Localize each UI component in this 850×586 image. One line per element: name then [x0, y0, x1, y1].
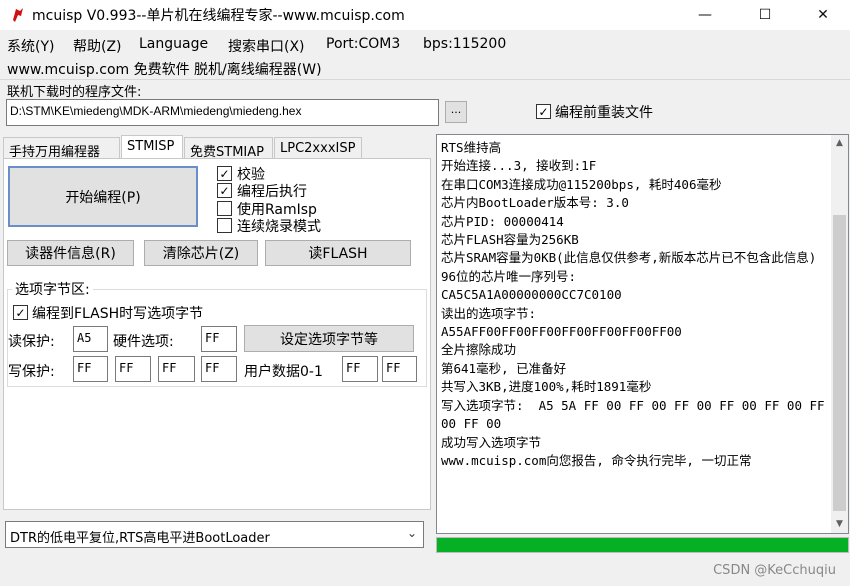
write-option-label: 编程到FLASH时写选项字节 — [32, 306, 204, 322]
reload-label: 编程前重装文件 — [555, 105, 653, 121]
file-path-input[interactable]: D:\STM\KE\miedeng\MDK-ARM\miedeng\mieden… — [6, 99, 439, 126]
log-line: 第641毫秒, 已准备好 — [441, 360, 567, 376]
set-option-bytes-button[interactable]: 设定选项字节等 — [244, 325, 414, 352]
log-line: 共写入3KB,进度100%,耗时1891毫秒 — [441, 379, 652, 395]
menu-system[interactable]: 系统(Y) — [7, 36, 54, 56]
menu-language[interactable]: Language — [139, 36, 208, 52]
tab-handheld[interactable]: 手持万用编程器 — [3, 137, 120, 160]
log-line: 96位的芯片唯一序列号: — [441, 268, 577, 284]
read-info-button[interactable]: 读器件信息(R) — [7, 240, 134, 266]
run-after-label: 编程后执行 — [237, 184, 307, 200]
log-panel[interactable]: RTS维持高开始连接...3, 接收到:1F 在串口COM3连接成功@115200… — [436, 134, 849, 534]
watermark: CSDN @KeCchuqiu — [713, 563, 836, 578]
ramisp-checkbox[interactable] — [217, 201, 232, 216]
subtitle-link[interactable]: www.mcuisp.com 免费软件 脱机/离线编程器(W) — [7, 59, 322, 79]
user-data-label: 用户数据0-1 — [244, 364, 323, 380]
log-line: A55AFF00FF00FF00FF00FF00FF00FF00 — [441, 324, 682, 340]
progress-bar — [436, 537, 849, 553]
log-line: 芯片内BootLoader版本号: 3.0 — [441, 195, 629, 211]
start-program-button[interactable]: 开始编程(P) — [8, 166, 198, 227]
scroll-thumb[interactable] — [833, 215, 846, 511]
close-button[interactable]: ✕ — [800, 0, 846, 30]
menu-help[interactable]: 帮助(Z) — [73, 36, 122, 56]
read-protect-label: 读保护: — [8, 334, 55, 350]
boot-mode-select[interactable]: DTR的低电平复位,RTS高电平进BootLoader ⌄ — [5, 521, 424, 548]
window-title: mcuisp V0.993--单片机在线编程专家--www.mcuisp.com — [32, 8, 405, 24]
check-icon: ✓ — [15, 305, 26, 320]
log-line: 芯片SRAM容量为0KB(此信息仅供参考,新版本芯片已不包含此信息) — [441, 250, 817, 266]
read-protect-field[interactable]: A5 — [73, 326, 108, 352]
title-bar: mcuisp V0.993--单片机在线编程专家--www.mcuisp.com… — [0, 0, 850, 30]
progress-fill — [437, 538, 848, 552]
continuous-checkbox[interactable] — [217, 218, 232, 233]
user-data-field-0[interactable]: FF — [342, 356, 378, 382]
minimize-button[interactable]: — — [682, 0, 728, 30]
option-bytes-title: 选项字节区: — [12, 279, 93, 299]
write-protect-label: 写保护: — [8, 364, 55, 380]
maximize-button[interactable]: ☐ — [742, 0, 788, 30]
log-line: 成功写入选项字节 — [441, 434, 542, 450]
write-protect-field-3[interactable]: FF — [201, 356, 237, 382]
continuous-label: 连续烧录模式 — [237, 219, 321, 235]
separator — [0, 79, 850, 80]
log-line: 在串口COM3连接成功@115200bps, 耗时406毫秒 — [441, 176, 722, 192]
menu-search-port[interactable]: 搜索串口(X) — [228, 36, 305, 56]
menu-port[interactable]: Port:COM3 — [326, 36, 400, 52]
hw-option-field[interactable]: FF — [201, 326, 237, 352]
tab-stmiap[interactable]: 免费STMIAP — [184, 137, 273, 160]
reload-checkbox[interactable]: ✓ — [536, 104, 551, 119]
scroll-down-icon[interactable]: ▼ — [831, 516, 848, 533]
log-line: RTS维持高 — [441, 140, 502, 155]
log-line: CA5C5A1A00000000CC7C0100 — [441, 287, 622, 303]
log-line: 全片擦除成功 — [441, 342, 517, 358]
write-option-checkbox[interactable]: ✓ — [13, 305, 28, 320]
check-icon: ✓ — [538, 104, 549, 119]
tab-stmisp[interactable]: STMISP — [121, 135, 183, 159]
boot-mode-value: DTR的低电平复位,RTS高电平进BootLoader — [10, 531, 270, 546]
file-label: 联机下载时的程序文件: — [7, 85, 142, 100]
menu-bar: 系统(Y) 帮助(Z) Language 搜索串口(X) Port:COM3 b… — [0, 34, 850, 56]
check-icon: ✓ — [219, 183, 230, 198]
app-icon — [13, 8, 23, 22]
tab-lpc[interactable]: LPC2xxxISP — [274, 137, 362, 159]
log-line: 开始连接...3, 接收到:1F — [441, 158, 597, 174]
log-line: 读出的选项字节: — [441, 305, 537, 321]
write-protect-field-2[interactable]: FF — [158, 356, 195, 382]
scroll-up-icon[interactable]: ▲ — [831, 135, 848, 152]
write-protect-field-0[interactable]: FF — [73, 356, 108, 382]
log-line: www.mcuisp.com向您报告, 命令执行完毕, 一切正常 — [441, 452, 752, 468]
run-after-checkbox[interactable]: ✓ — [217, 183, 232, 198]
read-flash-button[interactable]: 读FLASH — [265, 240, 411, 266]
log-scrollbar[interactable]: ▲ ▼ — [831, 135, 848, 533]
hw-option-label: 硬件选项: — [113, 334, 174, 350]
log-line: 芯片PID: 00000414 — [441, 213, 564, 229]
check-icon: ✓ — [219, 166, 230, 181]
menu-bps[interactable]: bps:115200 — [423, 36, 506, 52]
verify-checkbox[interactable]: ✓ — [217, 166, 232, 181]
erase-chip-button[interactable]: 清除芯片(Z) — [144, 240, 258, 266]
log-text: RTS维持高开始连接...3, 接收到:1F 在串口COM3连接成功@115200… — [441, 139, 831, 470]
log-line: 写入选项字节: A5 5A FF 00 FF 00 FF 00 FF 00 FF… — [441, 397, 833, 432]
chevron-down-icon[interactable]: ⌄ — [407, 526, 417, 540]
browse-button[interactable]: ... — [445, 101, 467, 123]
log-line: 芯片FLASH容量为256KB — [441, 232, 579, 248]
write-protect-field-1[interactable]: FF — [115, 356, 151, 382]
user-data-field-1[interactable]: FF — [382, 356, 417, 382]
